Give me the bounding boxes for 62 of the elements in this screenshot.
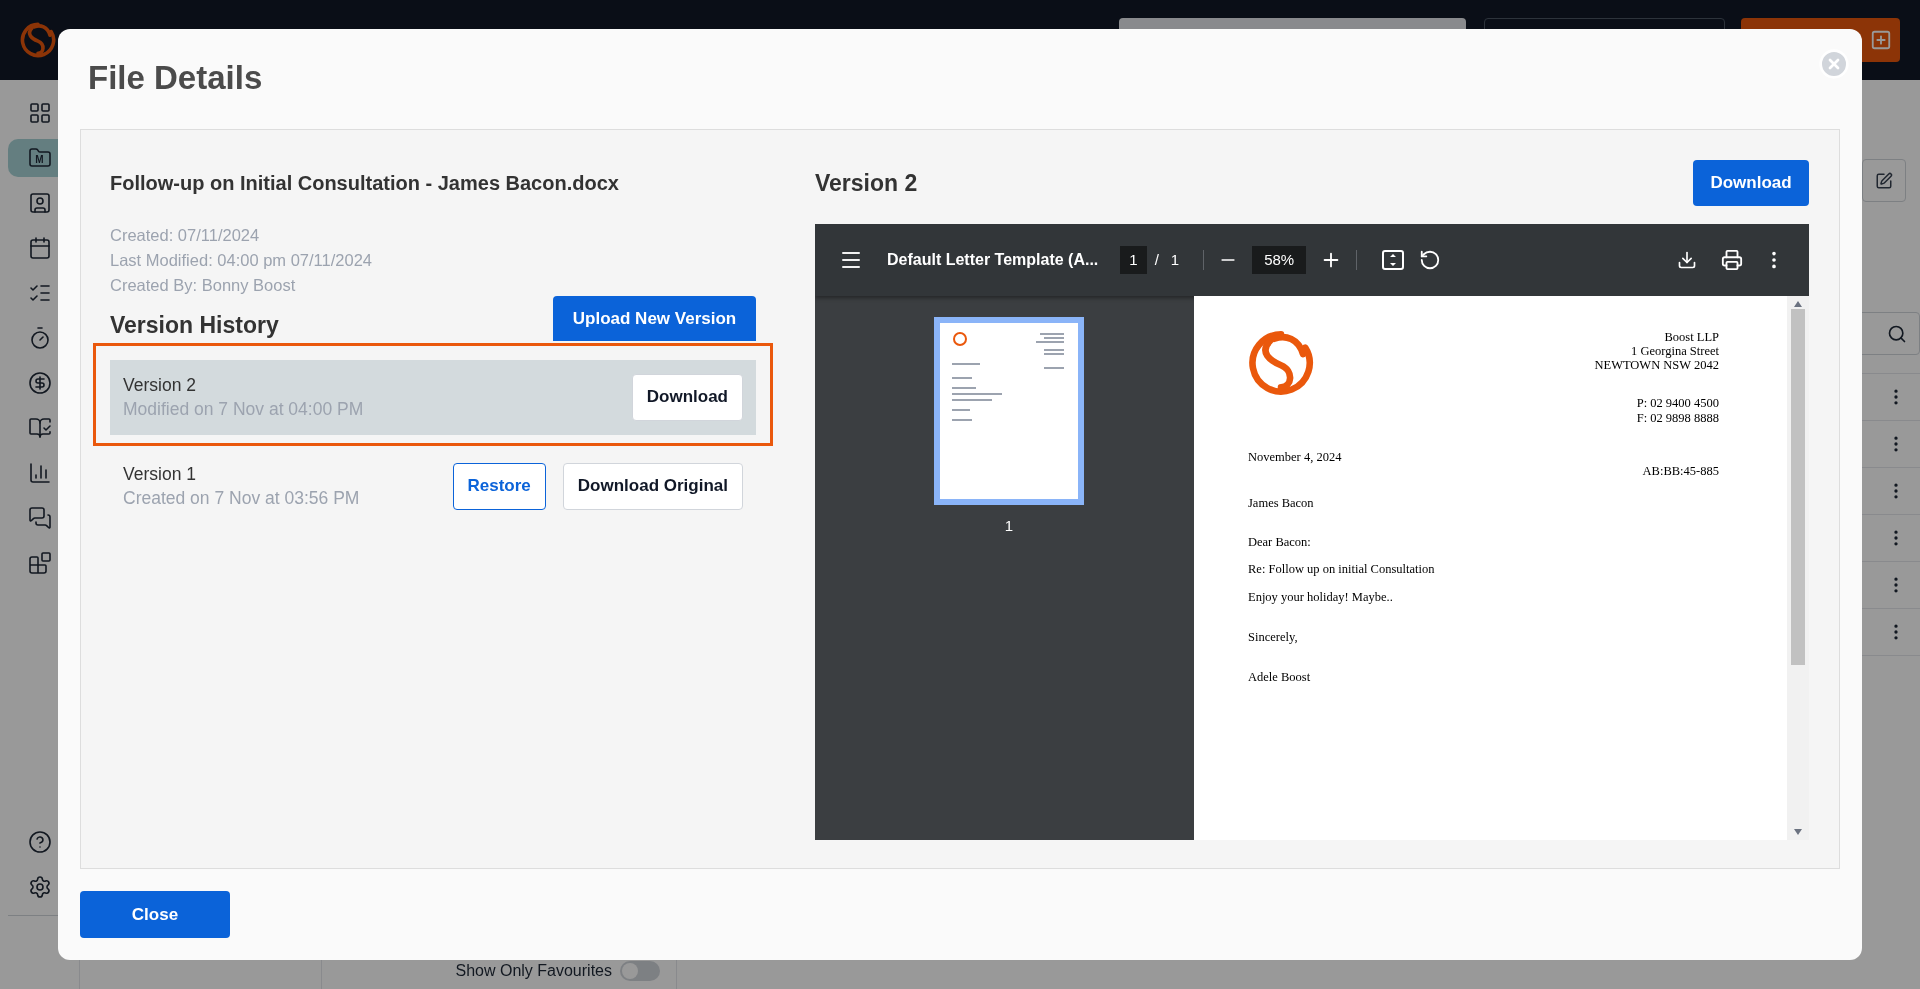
sender-address-line: Boost LLP [1664,330,1719,344]
letter-reference: AB:BB:45-885 [1642,464,1719,478]
dollar-icon [27,370,52,395]
folder-icon [27,145,52,170]
letter-signature: Adele Boost [1248,670,1312,684]
close-button[interactable]: Close [80,891,230,938]
scrollbar[interactable] [1787,296,1809,840]
bar-chart-icon [27,460,52,485]
restore-button[interactable]: Restore [452,462,546,510]
download-icon[interactable] [1677,250,1697,270]
folder-letter: M [35,152,44,167]
download-button[interactable]: Download Original [562,462,743,510]
letter-body: Enjoy your holiday! Maybe.. [1248,590,1394,604]
calendar-icon [27,235,52,260]
help-icon[interactable] [27,830,52,854]
page-field[interactable]: 1 [1120,245,1147,275]
document-title: Default Letter Template (A... [887,250,1099,270]
file-name: Follow-up on Initial Consultation - James Bacon.docx [110,171,620,196]
sender-address-line: 1 Georgina Street [1631,344,1719,358]
page-separator: / [1154,249,1159,270]
contact-line: F: 02 9898 8888 [1636,411,1719,426]
section-title: Version History [110,311,279,340]
add-icon [1870,29,1892,51]
favourites-toggle[interactable] [620,961,660,981]
file-meta: Created: 07/11/2024 [110,225,261,246]
logo-icon [20,22,56,58]
version-label: Version 2 [123,374,197,397]
zoom-field[interactable]: 58% [1252,245,1307,275]
letter-recipient: James Bacon [1248,496,1315,510]
thumbnail-number: 1 [1004,516,1014,536]
download-button[interactable]: Download [631,373,743,421]
sender-address-line: NEWTOWN NSW 2042 [1594,358,1719,372]
file-meta: Last Modified: 04:00 pm 07/11/2024 [110,250,374,271]
contact-icon [27,190,52,215]
dashboard-icon [27,100,52,125]
scroll-up-icon[interactable] [1794,301,1802,307]
fit-page-icon[interactable] [1381,249,1406,271]
download-button[interactable]: Download [1693,160,1809,206]
edit-icon [1875,171,1893,190]
settings-icon[interactable] [27,875,52,899]
letter-date: November 4, 2024 [1248,450,1342,466]
letterhead-logo-icon [1248,330,1314,396]
print-icon[interactable] [1721,249,1743,271]
letter-subject: Re: Follow up on initial Consultation [1248,562,1436,576]
search-icon [1887,323,1907,344]
rotate-icon[interactable] [1419,249,1442,271]
dialog-title: File Details [88,58,263,99]
blocks-icon [27,550,52,575]
scroll-down-icon[interactable] [1794,829,1802,835]
toggle-label: Show Only Favourites [455,961,612,981]
letter-closing: Sincerely, [1248,630,1299,644]
upload-button[interactable]: Upload New Version [553,295,756,341]
file-meta: Created By: Bonny Boost [110,275,297,296]
version-label: Version 1 [123,463,197,486]
contact-line: P: 02 9400 4500 [1636,396,1719,411]
letter-salutation: Dear Bacon: [1248,535,1312,549]
book-check-icon [27,415,52,440]
preview-title: Version 2 [815,168,918,198]
version-row[interactable]: Version 1 Created on 7 Nov at 03:56 PM Restore Download Original [93,445,773,527]
page-count: 1 [1170,249,1180,270]
chat-icon [27,505,52,530]
version-detail: Created on 7 Nov at 03:56 PM [123,487,360,510]
